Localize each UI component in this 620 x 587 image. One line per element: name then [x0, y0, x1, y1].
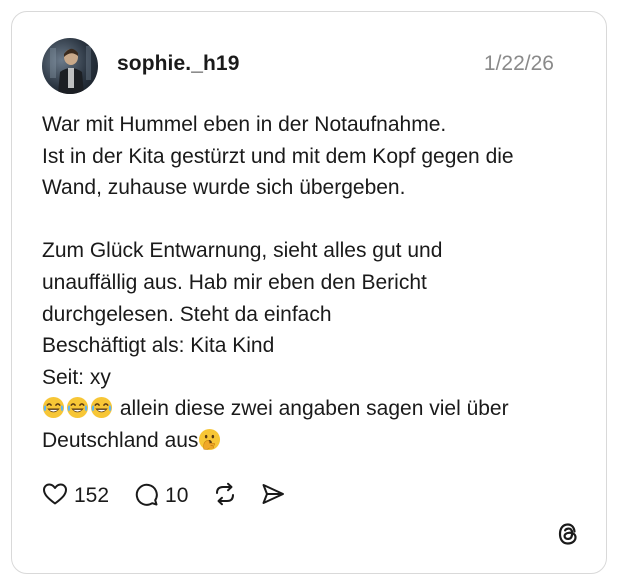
post-actions: 152 10 — [42, 482, 286, 510]
face-with-tears-of-joy-icon — [42, 396, 65, 419]
reply-count: 10 — [165, 484, 189, 507]
post-text: War mit Hummel eben in der Notaufnahme. … — [42, 109, 582, 457]
post-line: Beschäftigt als: Kita Kind — [42, 334, 275, 358]
reply-button[interactable]: 10 — [133, 481, 188, 512]
post-line — [42, 204, 582, 236]
like-count: 152 — [74, 484, 110, 507]
post-line-text: Deutschland aus — [42, 428, 199, 452]
comment-icon — [133, 481, 159, 512]
post-line: durchgelesen. Steht da einfach — [42, 302, 332, 326]
post-line: Ist in der Kita gestürzt und mit dem Kop… — [42, 144, 514, 168]
repost-icon — [212, 481, 238, 512]
like-button[interactable]: 152 — [42, 482, 109, 511]
face-with-hand-over-mouth-icon — [198, 428, 221, 451]
post-line-emoji: allein diese zwei angaben sagen viel übe… — [42, 393, 582, 425]
repost-button[interactable] — [212, 481, 238, 512]
post-line-last: Deutschland aus — [42, 425, 582, 457]
post-line: War mit Hummel eben in der Notaufnahme. — [42, 113, 447, 136]
post-date: 1/22/26 — [483, 52, 554, 75]
post-line: Seit: xy — [42, 365, 111, 389]
share-button[interactable] — [260, 481, 286, 512]
post-line-text: allein diese zwei angaben sagen viel übe… — [114, 397, 509, 421]
post-line: Wand, zuhause wurde sich übergeben. — [42, 176, 406, 200]
threads-logo-icon — [555, 521, 581, 547]
heart-icon — [42, 482, 68, 511]
post-line: unauffällig aus. Hab mir eben den Berich… — [42, 270, 427, 294]
post-card: sophie._h19 1/22/26 War mit Hummel eben … — [11, 11, 607, 574]
send-icon — [260, 481, 286, 512]
avatar[interactable] — [42, 38, 98, 94]
face-with-tears-of-joy-icon — [90, 396, 113, 419]
face-with-tears-of-joy-icon — [66, 396, 89, 419]
username[interactable]: sophie._h19 — [117, 52, 239, 76]
post-line: Zum Glück Entwarnung, sieht alles gut un… — [42, 239, 443, 263]
